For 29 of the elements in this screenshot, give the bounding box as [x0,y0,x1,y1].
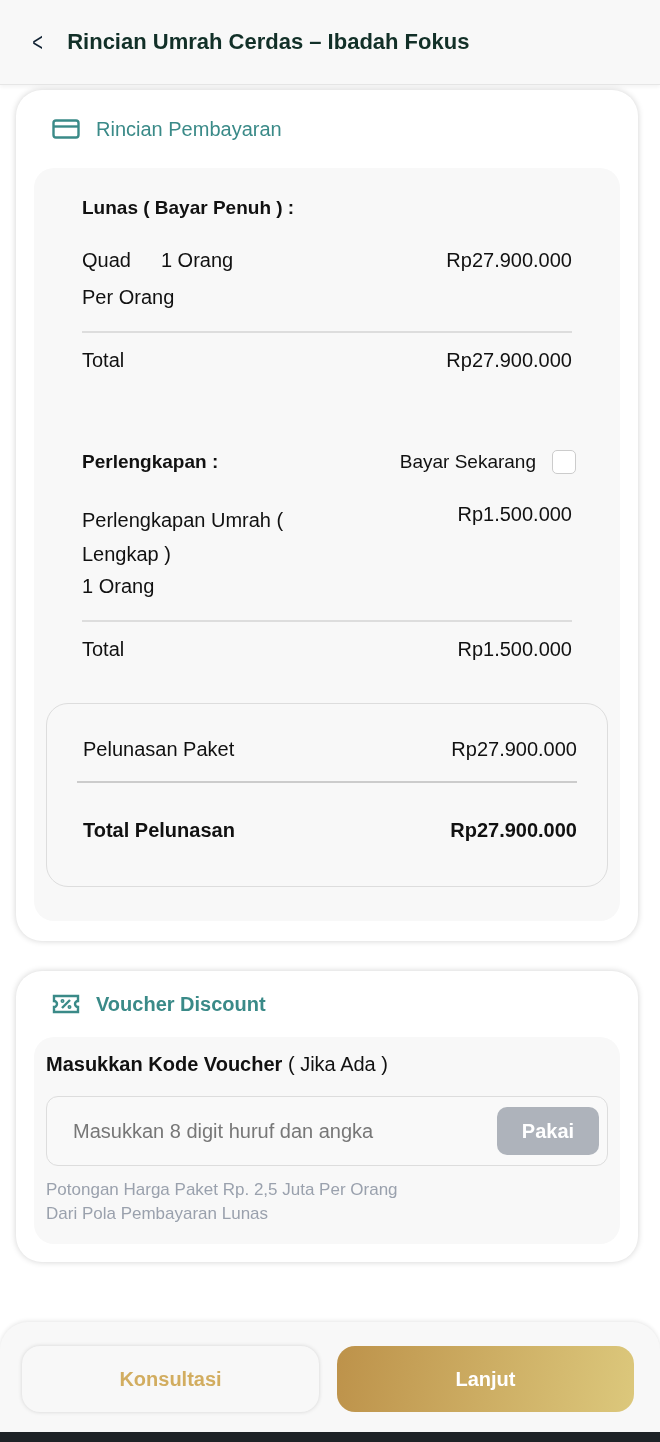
total-label: Total [82,349,125,372]
consult-button[interactable]: Konsultasi [22,1346,319,1412]
total-value: Rp1.500.000 [457,638,572,661]
checkbox-label: Bayar Sekarang [399,451,536,473]
quantity: 1 Orang [82,575,156,598]
item-name: Perlengkapan Umrah ( Lengkap ) [82,508,285,567]
next-button[interactable]: Lanjut [337,1346,634,1412]
section-heading: Lunas ( Bayar Penuh ) : [82,196,296,220]
field-label: Masukkan Kode Voucher ( Jika Ada ) [46,1053,389,1076]
summary-value: Rp27.900.000 [450,819,577,842]
card-icon [52,119,80,139]
summary-value: Rp27.900.000 [451,738,577,761]
price: Rp27.900.000 [446,249,572,272]
ticket-icon [52,994,80,1014]
section-title: Rincian Pembayaran [96,117,282,141]
hint-text: Potongan Harga Paket Rp. 2,5 Juta Per Orang Dari Pola Pembayaran Lunas [46,1179,399,1225]
summary-label: Pelunasan Paket [83,738,235,761]
total-value: Rp27.900.000 [446,349,572,372]
section-heading: Perlengkapan : [82,450,219,474]
total-label: Total [82,638,125,661]
unit-label: Per Orang [82,286,176,309]
price: Rp1.500.000 [457,503,572,526]
room-type: Quad [82,249,131,272]
summary-label: Total Pelunasan [83,819,235,842]
page-title: Rincian Umrah Cerdas – Ibadah Fokus [67,29,470,55]
back-button[interactable]: < [29,26,46,58]
checkbox[interactable] [552,450,576,474]
section-title: Voucher Discount [96,992,266,1016]
quantity: 1 Orang [160,249,234,272]
